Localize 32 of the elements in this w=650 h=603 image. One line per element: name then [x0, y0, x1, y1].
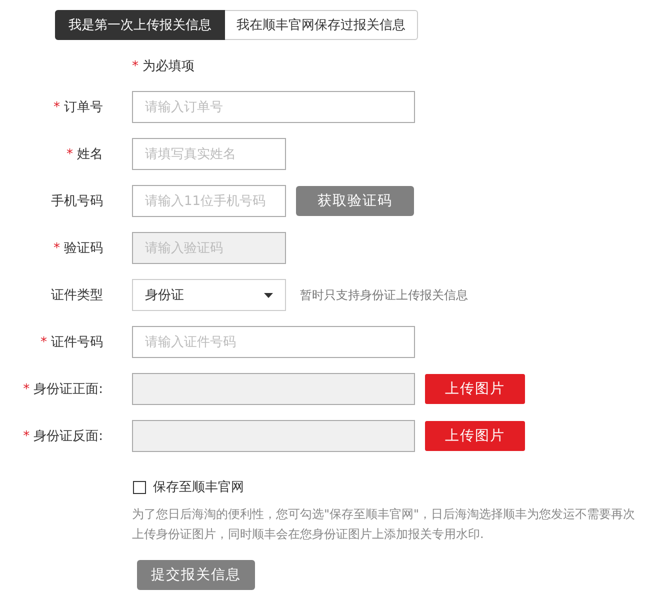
- field-label: 姓名: [77, 146, 103, 163]
- caret-icon: [264, 292, 273, 298]
- tab[interactable]: 我是第一次上传报关信息: [55, 10, 225, 40]
- field-label: 证件类型: [51, 287, 103, 304]
- required-mark: *: [54, 240, 60, 256]
- upload-button[interactable]: 上传图片: [425, 374, 525, 404]
- hint-text: 暂时只支持身份证上传报关信息: [300, 286, 468, 304]
- field-label: 身份证正面:: [34, 381, 103, 398]
- checkbox-label: 保存至顺丰官网: [153, 479, 244, 496]
- field-label: 手机号码: [51, 193, 103, 210]
- tab[interactable]: 我在顺丰官网保存过报关信息: [225, 10, 418, 40]
- field-label: 证件号码: [51, 334, 103, 351]
- required-mark: *: [66, 146, 73, 162]
- get-code-button[interactable]: 获取验证码: [296, 186, 414, 216]
- required-mark: *: [40, 334, 47, 350]
- submit-button[interactable]: 提交报关信息: [137, 560, 255, 590]
- input-field[interactable]: 请输入11位手机号码: [132, 185, 286, 217]
- input-field[interactable]: 请输入订单号: [132, 91, 415, 123]
- required-mark: *: [132, 58, 138, 74]
- select-field[interactable]: 身份证: [132, 279, 286, 311]
- input-field[interactable]: 请输入证件号码: [132, 326, 415, 358]
- description-text: 为了您日后海淘的便利性，您可勾选"保存至顺丰官网"，日后海淘选择顺丰为您发运不需要再次上传身份证图片，同时顺丰会在您身份证图片上添加报关专用水印.: [132, 506, 636, 543]
- upload-button[interactable]: 上传图片: [425, 421, 525, 451]
- field-label: 验证码: [64, 240, 103, 257]
- checkbox[interactable]: [133, 480, 146, 494]
- required-mark: *: [23, 382, 30, 396]
- field-label: 身份证反面:: [34, 428, 103, 445]
- required-note: 为必填项: [142, 58, 194, 75]
- required-mark: *: [23, 428, 30, 444]
- required-mark: *: [54, 100, 60, 114]
- input-field[interactable]: 请填写真实姓名: [132, 138, 286, 170]
- field-label: 订单号: [64, 99, 103, 116]
